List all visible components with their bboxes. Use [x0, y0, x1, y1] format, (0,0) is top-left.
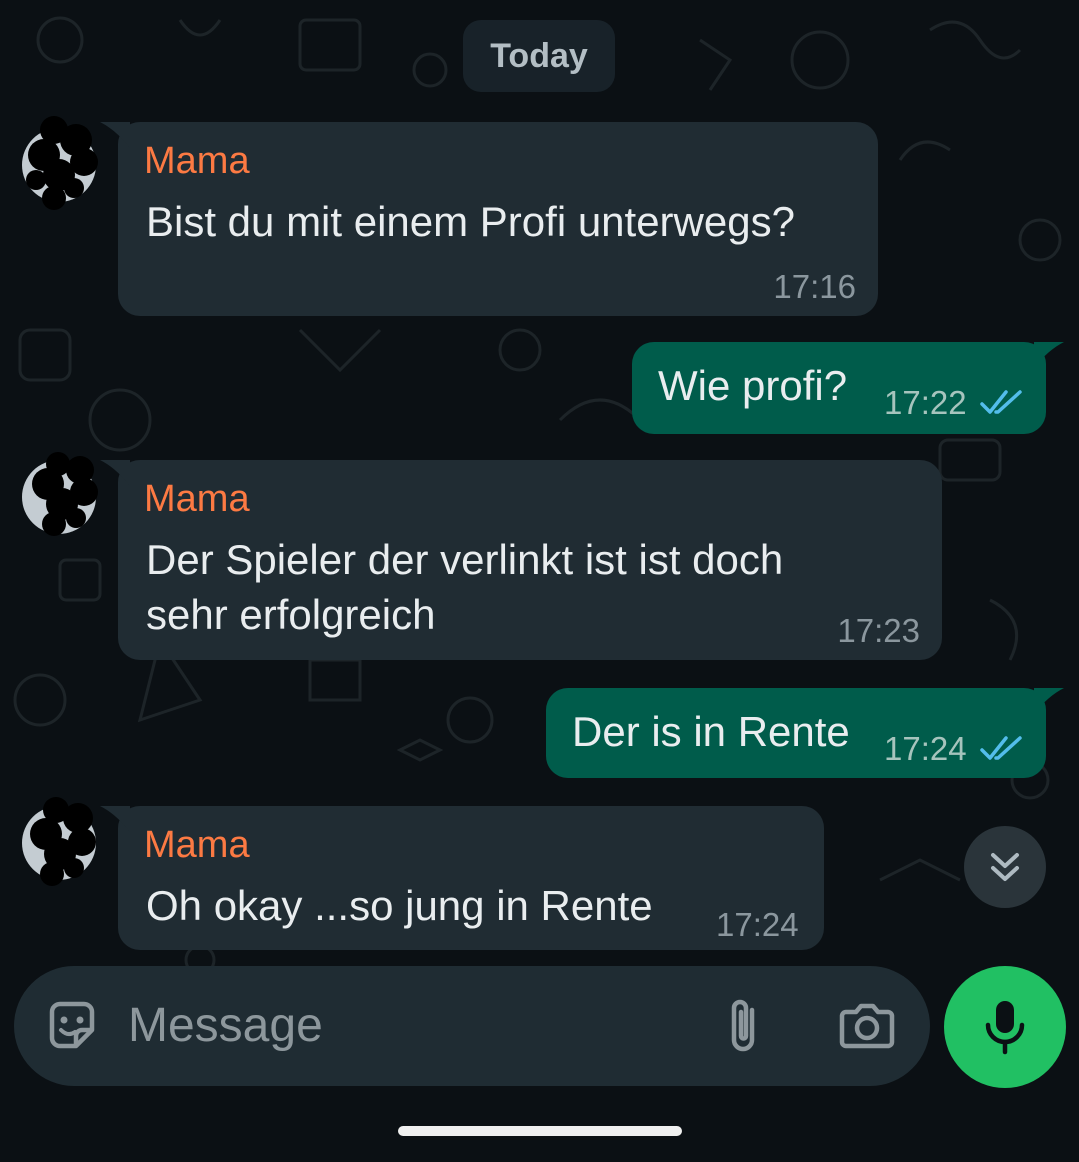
- message-text: Der is in Rente: [572, 708, 850, 755]
- voice-record-button[interactable]: [944, 966, 1066, 1088]
- paperclip-icon[interactable]: [714, 996, 774, 1056]
- message-time: 17:22: [884, 384, 967, 421]
- sender-avatar[interactable]: [22, 452, 98, 536]
- message-text: Der Spieler der verlinkt ist ist doch se…: [146, 536, 784, 638]
- redaction-scribble: [32, 452, 98, 536]
- sender-name[interactable]: Mama: [144, 140, 250, 183]
- message-time: 17:16: [773, 268, 856, 305]
- message-text: Wie profi?: [658, 362, 848, 409]
- redaction-scribble: [30, 797, 96, 886]
- read-receipt-icon: [980, 390, 1022, 414]
- message-text: Bist du mit einem Profi unterwegs?: [146, 198, 795, 245]
- bubble-tail: [1034, 688, 1064, 714]
- message-bubble-outgoing[interactable]: Wie profi? 17:22: [632, 342, 1064, 434]
- bubble-tail: [100, 460, 130, 486]
- message-composer[interactable]: Message: [14, 966, 930, 1086]
- date-separator: Today: [463, 20, 615, 92]
- sender-avatar[interactable]: [22, 797, 96, 886]
- scroll-to-bottom-button[interactable]: [964, 826, 1046, 908]
- bubble-tail: [100, 806, 130, 832]
- message-bubble-outgoing[interactable]: Der is in Rente 17:24: [546, 688, 1064, 778]
- double-chevron-down-icon: [991, 853, 1019, 881]
- message-time: 17:23: [837, 612, 920, 649]
- sender-avatar[interactable]: [22, 116, 98, 210]
- bubble-tail: [1034, 342, 1064, 368]
- message-bubble-incoming[interactable]: Mama Oh okay ...so jung in Rente 17:24: [100, 806, 824, 950]
- microphone-icon: [985, 1001, 1025, 1055]
- sender-name[interactable]: Mama: [144, 478, 250, 521]
- message-text: Oh okay ...so jung in Rente: [146, 882, 653, 929]
- message-bubble-incoming[interactable]: Mama Der Spieler der verlinkt ist ist do…: [100, 460, 942, 660]
- home-indicator[interactable]: [398, 1126, 682, 1136]
- bubble-tail: [100, 122, 130, 148]
- message-time: 17:24: [884, 730, 967, 767]
- message-time: 17:24: [716, 906, 799, 943]
- sticker-emoji-icon[interactable]: [44, 998, 100, 1054]
- read-receipt-icon: [980, 736, 1022, 760]
- message-input[interactable]: Message: [128, 998, 323, 1054]
- camera-icon[interactable]: [834, 996, 898, 1056]
- message-bubble-incoming[interactable]: Mama Bist du mit einem Profi unterwegs? …: [100, 122, 878, 316]
- sender-name[interactable]: Mama: [144, 824, 250, 867]
